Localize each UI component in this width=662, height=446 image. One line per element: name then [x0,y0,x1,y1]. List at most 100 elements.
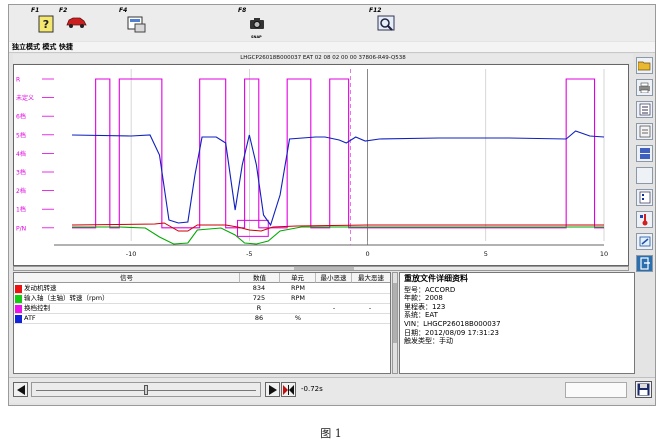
wrench-icon [639,236,650,247]
document-button[interactable] [636,123,653,140]
thermometer-icon [639,214,647,226]
signal-name: 输入轴（主轴）转速（rpm） [24,294,109,302]
f1-label: F1 [31,7,40,14]
atf-signal-line [71,130,605,227]
graph-canvas[interactable]: R 未定义 6档 5档 4档 3档 2档 1档 P/N -10 -5 0 5 10 [14,65,628,265]
table-row[interactable]: 换档控制 R - - [14,304,390,314]
signal-name: 换档控制 [24,304,50,312]
signal-unit [282,304,314,313]
signal-unit: % [294,314,302,322]
f4-print-button[interactable]: F4 [119,7,149,39]
f12-zoom-button[interactable]: F12 [369,7,399,39]
signal-max [352,314,388,323]
graph-scroll-thumb[interactable] [294,267,354,270]
replay-file-details: 重放文件详细资料 型号：ACCORD 年款：2008 里程表：123 系统：EA… [399,272,635,374]
table-row[interactable]: 输入轴（主轴）转速（rpm） 725 RPM [14,294,390,304]
input-shaft-color-swatch [15,295,22,303]
detail-model: 型号：ACCORD [404,285,456,294]
rewind-button[interactable] [13,382,28,397]
jump-marker-button[interactable] [281,382,296,397]
f2-label: F2 [59,7,68,14]
mode-menu-bar[interactable]: 独立模式 模式 快捷 [9,42,655,53]
col-unit-header[interactable]: 单元 [280,273,316,283]
playback-time: -0.72s [301,385,323,393]
signal-select-button[interactable] [636,189,653,206]
x-tick-label: -10 [126,250,137,258]
y-label: 2档 [16,187,26,195]
print-button[interactable] [636,79,653,96]
play-forward-icon [268,384,277,395]
f1-help-button[interactable]: F1 ? [31,7,57,39]
function-key-toolbar: F1 ? F2 F4 F8 SNAP F12 [9,5,655,41]
playback-slider[interactable] [31,382,261,397]
y-label: 5档 [16,131,26,139]
floppy-disk-icon [637,383,650,396]
signal-min [316,314,352,323]
f8-snapshot-button[interactable]: F8 SNAP [238,7,272,39]
y-label: 1档 [16,206,26,214]
svg-text:?: ? [43,18,49,31]
play-backward-icon [16,384,25,395]
slider-thumb[interactable] [144,385,148,395]
detail-date: 日期：2012/08/09 17:31:23 [404,328,500,337]
table-row[interactable]: ATF 86 % [14,314,390,324]
signal-value: 86 [254,314,264,322]
graph-scrollbar[interactable] [13,266,629,271]
table-row[interactable]: 发动机转速 834 RPM [14,284,390,294]
table-scroll-thumb[interactable] [393,283,397,343]
y-label: 4档 [16,150,26,158]
signal-value: R [256,304,262,312]
blank-tool-button[interactable] [636,167,653,184]
signal-max [352,294,388,303]
data-list-icon [639,103,650,116]
x-tick-label: 0 [365,250,369,258]
settings-button[interactable] [636,233,653,250]
vehicle-info-bar: LHGCP26018B000037 EAT 02 08 02 00 00 378… [13,54,633,63]
marker-jump-icon [283,384,294,395]
y-label: R [16,77,20,84]
print-preview-icon [127,16,146,33]
signal-name: 发动机转速 [24,284,57,292]
col-max-header[interactable]: 最大恶速 [352,273,390,283]
signal-select-icon [639,191,650,204]
signal-min: - [332,304,336,312]
x-tick-label: 10 [600,250,608,258]
status-field [565,382,627,398]
graph-split-icon [639,148,650,159]
app-window: F1 ? F2 F4 F8 SNAP F12 独立模式 模式 快捷 LHGCP2… [8,4,656,406]
signal-graph[interactable]: R 未定义 6档 5档 4档 3档 2档 1档 P/N -10 -5 0 5 10 [13,64,629,266]
play-forward-button[interactable] [265,382,280,397]
f2-vehicle-button[interactable]: F2 [59,7,89,39]
detail-year: 年款：2008 [404,294,443,303]
snapshot-camera-icon [250,18,264,29]
details-title: 重放文件详细资料 [404,274,468,283]
detail-vin: VIN：LHGCP26018B000037 [404,319,501,328]
x-tick-label: 5 [484,250,488,258]
figure-caption: 图 1 [320,427,342,440]
f4-label: F4 [119,7,128,14]
printer-icon [639,82,650,93]
document-icon [639,125,650,138]
open-folder-button[interactable] [636,57,653,74]
col-value-header[interactable]: 数值 [240,273,280,283]
y-label: P/N [16,225,26,232]
temperature-button[interactable] [636,211,653,228]
signal-max [352,284,388,293]
save-button[interactable] [635,381,652,398]
exit-icon [639,257,650,270]
engine-color-swatch [15,285,22,293]
table-scrollbar[interactable] [392,272,398,374]
signal-max: - [368,304,372,312]
help-icon: ? [38,15,54,33]
col-min-header[interactable]: 最小恶速 [316,273,352,283]
zoom-search-icon [377,15,395,31]
signal-name: ATF [24,314,36,322]
signal-value: 725 [252,294,266,302]
col-signal-header[interactable]: 信号 [14,273,240,283]
folder-icon [638,61,651,71]
input-shaft-rpm-line [72,226,604,245]
data-list-button[interactable] [636,101,653,118]
signal-min [316,284,352,293]
exit-button[interactable] [636,255,653,272]
graph-split-button[interactable] [636,145,653,162]
